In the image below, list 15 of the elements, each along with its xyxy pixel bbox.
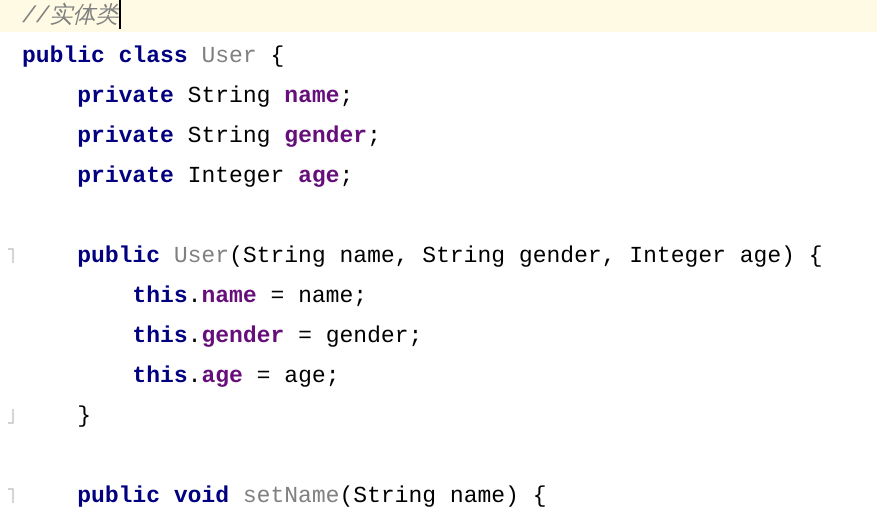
code-line: this.gender = gender;	[131, 323, 422, 349]
code-line: public class User {	[22, 43, 284, 69]
code-line: public void setName(String name) {	[76, 483, 547, 509]
code-line: private String gender;	[76, 123, 381, 149]
code-line: public User(String name, String gender, Integer age) {	[76, 243, 823, 269]
text-cursor	[118, 0, 121, 29]
fold-marker-icon[interactable]	[8, 408, 14, 424]
fold-marker-icon[interactable]	[8, 248, 14, 264]
code-line: private String name;	[76, 83, 354, 109]
code-line: this.name = name;	[131, 283, 368, 309]
fold-marker-icon[interactable]	[8, 488, 14, 504]
code-line: }	[76, 403, 92, 429]
code-line: //实体类	[22, 2, 119, 30]
code-line: private Integer age;	[76, 163, 354, 189]
code-line: this.age = age;	[131, 363, 340, 389]
